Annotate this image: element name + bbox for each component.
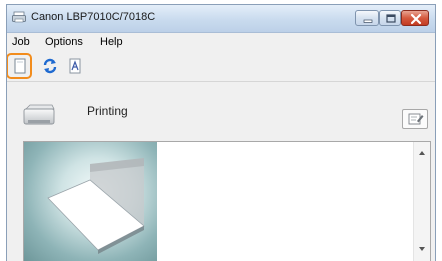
minimize-button[interactable] (355, 10, 379, 26)
scroll-up-arrow-icon[interactable] (418, 150, 426, 156)
status-animation-image (24, 142, 157, 261)
print-settings-icon (69, 58, 81, 74)
toolbar-highlight-frame (7, 53, 32, 79)
minimize-icon (363, 19, 373, 23)
menu-job[interactable]: Job (12, 36, 30, 48)
maximize-button[interactable] (379, 10, 401, 26)
vertical-scrollbar[interactable] (413, 142, 430, 261)
printer-icon (23, 104, 55, 125)
close-button[interactable] (401, 10, 429, 26)
title-bar[interactable]: Canon LBP7010C/7018C (7, 5, 435, 33)
printer-status-window: Canon LBP7010C/7018C Job Options Help Pr… (6, 4, 436, 261)
status-area: Printing (7, 83, 435, 141)
scroll-down-arrow-icon[interactable] (418, 246, 426, 252)
maximize-icon (386, 14, 396, 23)
menu-help[interactable]: Help (100, 36, 123, 48)
close-icon (410, 13, 422, 25)
menu-options[interactable]: Options (45, 36, 83, 48)
window-title: Canon LBP7010C/7018C (31, 11, 156, 23)
status-text: Printing (87, 104, 128, 118)
refresh-icon (43, 58, 57, 74)
job-details-frame (23, 141, 431, 261)
details-button[interactable] (402, 109, 428, 129)
printing-paper-illustration (47, 158, 145, 254)
printer-app-icon (12, 11, 26, 23)
toolbar (7, 51, 435, 82)
print-settings-button[interactable] (66, 57, 84, 75)
menu-bar: Job Options Help (7, 33, 435, 51)
refresh-button[interactable] (41, 57, 59, 75)
edit-note-icon (408, 113, 424, 125)
